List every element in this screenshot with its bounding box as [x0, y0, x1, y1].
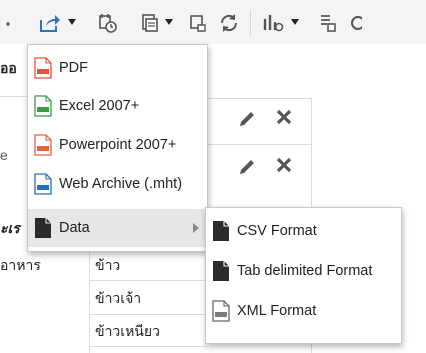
- tab-delimited-format-label: Tab delimited Format: [237, 263, 373, 279]
- grid-line: [207, 98, 311, 99]
- layout-icon[interactable]: [188, 10, 208, 36]
- table-cell: ข้าวเจ้า: [95, 290, 142, 306]
- chart-type-icon[interactable]: [262, 10, 284, 36]
- export-powerpoint-item[interactable]: Powerpoint 2007+: [28, 126, 207, 164]
- export-data-item[interactable]: Data: [28, 209, 207, 247]
- edit-pencil-icon[interactable]: [236, 108, 258, 135]
- schedule-icon[interactable]: [98, 10, 118, 36]
- delete-x-icon[interactable]: [274, 107, 294, 132]
- csv-format-item[interactable]: CSV Format: [206, 212, 401, 250]
- grid-line: [89, 280, 207, 281]
- data-file-icon: [34, 217, 52, 239]
- grid-line: [89, 246, 90, 353]
- chart-type-dropdown-caret[interactable]: [291, 19, 299, 25]
- toolbar: [0, 0, 426, 44]
- export-mht-label: Web Archive (.mht): [59, 176, 183, 192]
- grid-line: [0, 96, 30, 97]
- pdf-file-icon: [34, 57, 52, 79]
- refresh-icon[interactable]: [218, 10, 240, 36]
- format-icon[interactable]: [318, 10, 338, 36]
- export-powerpoint-label: Powerpoint 2007+: [59, 137, 177, 153]
- grid-line: [89, 314, 207, 315]
- xml-format-item[interactable]: XML Format: [206, 292, 401, 330]
- mht-file-icon: [34, 173, 52, 195]
- table-cell: ข้าวเหนียว: [95, 323, 160, 339]
- xml-file-icon: [212, 300, 230, 322]
- grid-line: [207, 144, 311, 145]
- powerpoint-file-icon: [34, 134, 52, 156]
- section-heading-partial: ออ: [0, 60, 17, 76]
- submenu-arrow-icon: [193, 223, 199, 233]
- row-label-partial: อาหาร: [0, 257, 41, 273]
- xml-format-label: XML Format: [237, 303, 317, 319]
- export-menu: PDF Excel 2007+ Powerpoint 2007+ Web Arc…: [27, 44, 208, 252]
- document-icon: [212, 260, 230, 282]
- row-header-partial: ะเร: [0, 220, 20, 236]
- export-pdf-item[interactable]: PDF: [28, 49, 207, 87]
- document-icon: [212, 220, 230, 242]
- export-excel-item[interactable]: Excel 2007+: [28, 87, 207, 125]
- export-excel-label: Excel 2007+: [59, 98, 140, 114]
- export-data-label: Data: [59, 220, 90, 236]
- csv-format-label: CSV Format: [237, 223, 317, 239]
- data-submenu: CSV Format Tab delimited Format XML Form…: [205, 207, 402, 344]
- print-icon[interactable]: [140, 10, 160, 36]
- tab-delimited-format-item[interactable]: Tab delimited Format: [206, 252, 401, 290]
- export-icon[interactable]: [38, 10, 62, 36]
- edit-pencil-icon[interactable]: [236, 156, 258, 183]
- print-dropdown-caret[interactable]: [165, 19, 173, 25]
- field-label-partial: e: [0, 147, 8, 163]
- table-cell: ข้าว: [95, 257, 121, 273]
- export-dropdown-caret[interactable]: [68, 19, 76, 25]
- export-pdf-label: PDF: [59, 60, 88, 76]
- delete-x-icon[interactable]: [274, 155, 294, 180]
- toolbar-separator: [250, 10, 251, 36]
- toolbar-partial-icon[interactable]: [6, 10, 12, 36]
- excel-file-icon: [34, 95, 52, 117]
- grid-line: [89, 346, 207, 347]
- export-mht-item[interactable]: Web Archive (.mht): [28, 165, 207, 203]
- settings-partial-icon[interactable]: [350, 10, 362, 36]
